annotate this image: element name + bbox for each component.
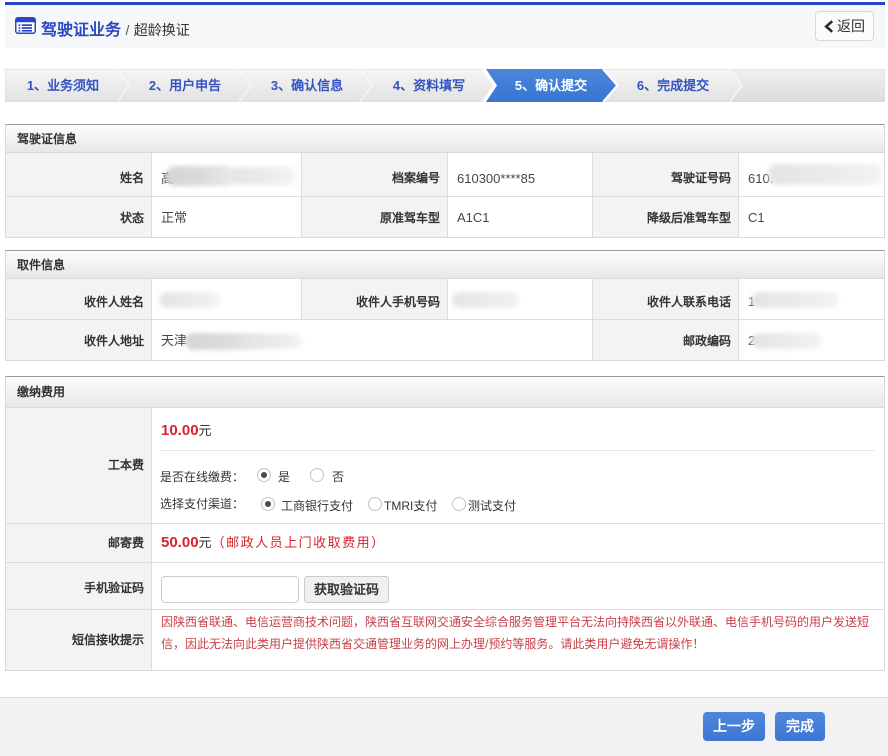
svg-text:2、用户申告: 2、用户申告 — [149, 78, 221, 93]
svg-text:5、确认提交: 5、确认提交 — [515, 78, 587, 93]
svg-text:6、完成提交: 6、完成提交 — [637, 78, 709, 93]
svg-text:1、业务须知: 1、业务须知 — [27, 78, 99, 93]
svg-text:3、确认信息: 3、确认信息 — [271, 78, 343, 93]
svg-text:4、资料填写: 4、资料填写 — [393, 78, 465, 93]
